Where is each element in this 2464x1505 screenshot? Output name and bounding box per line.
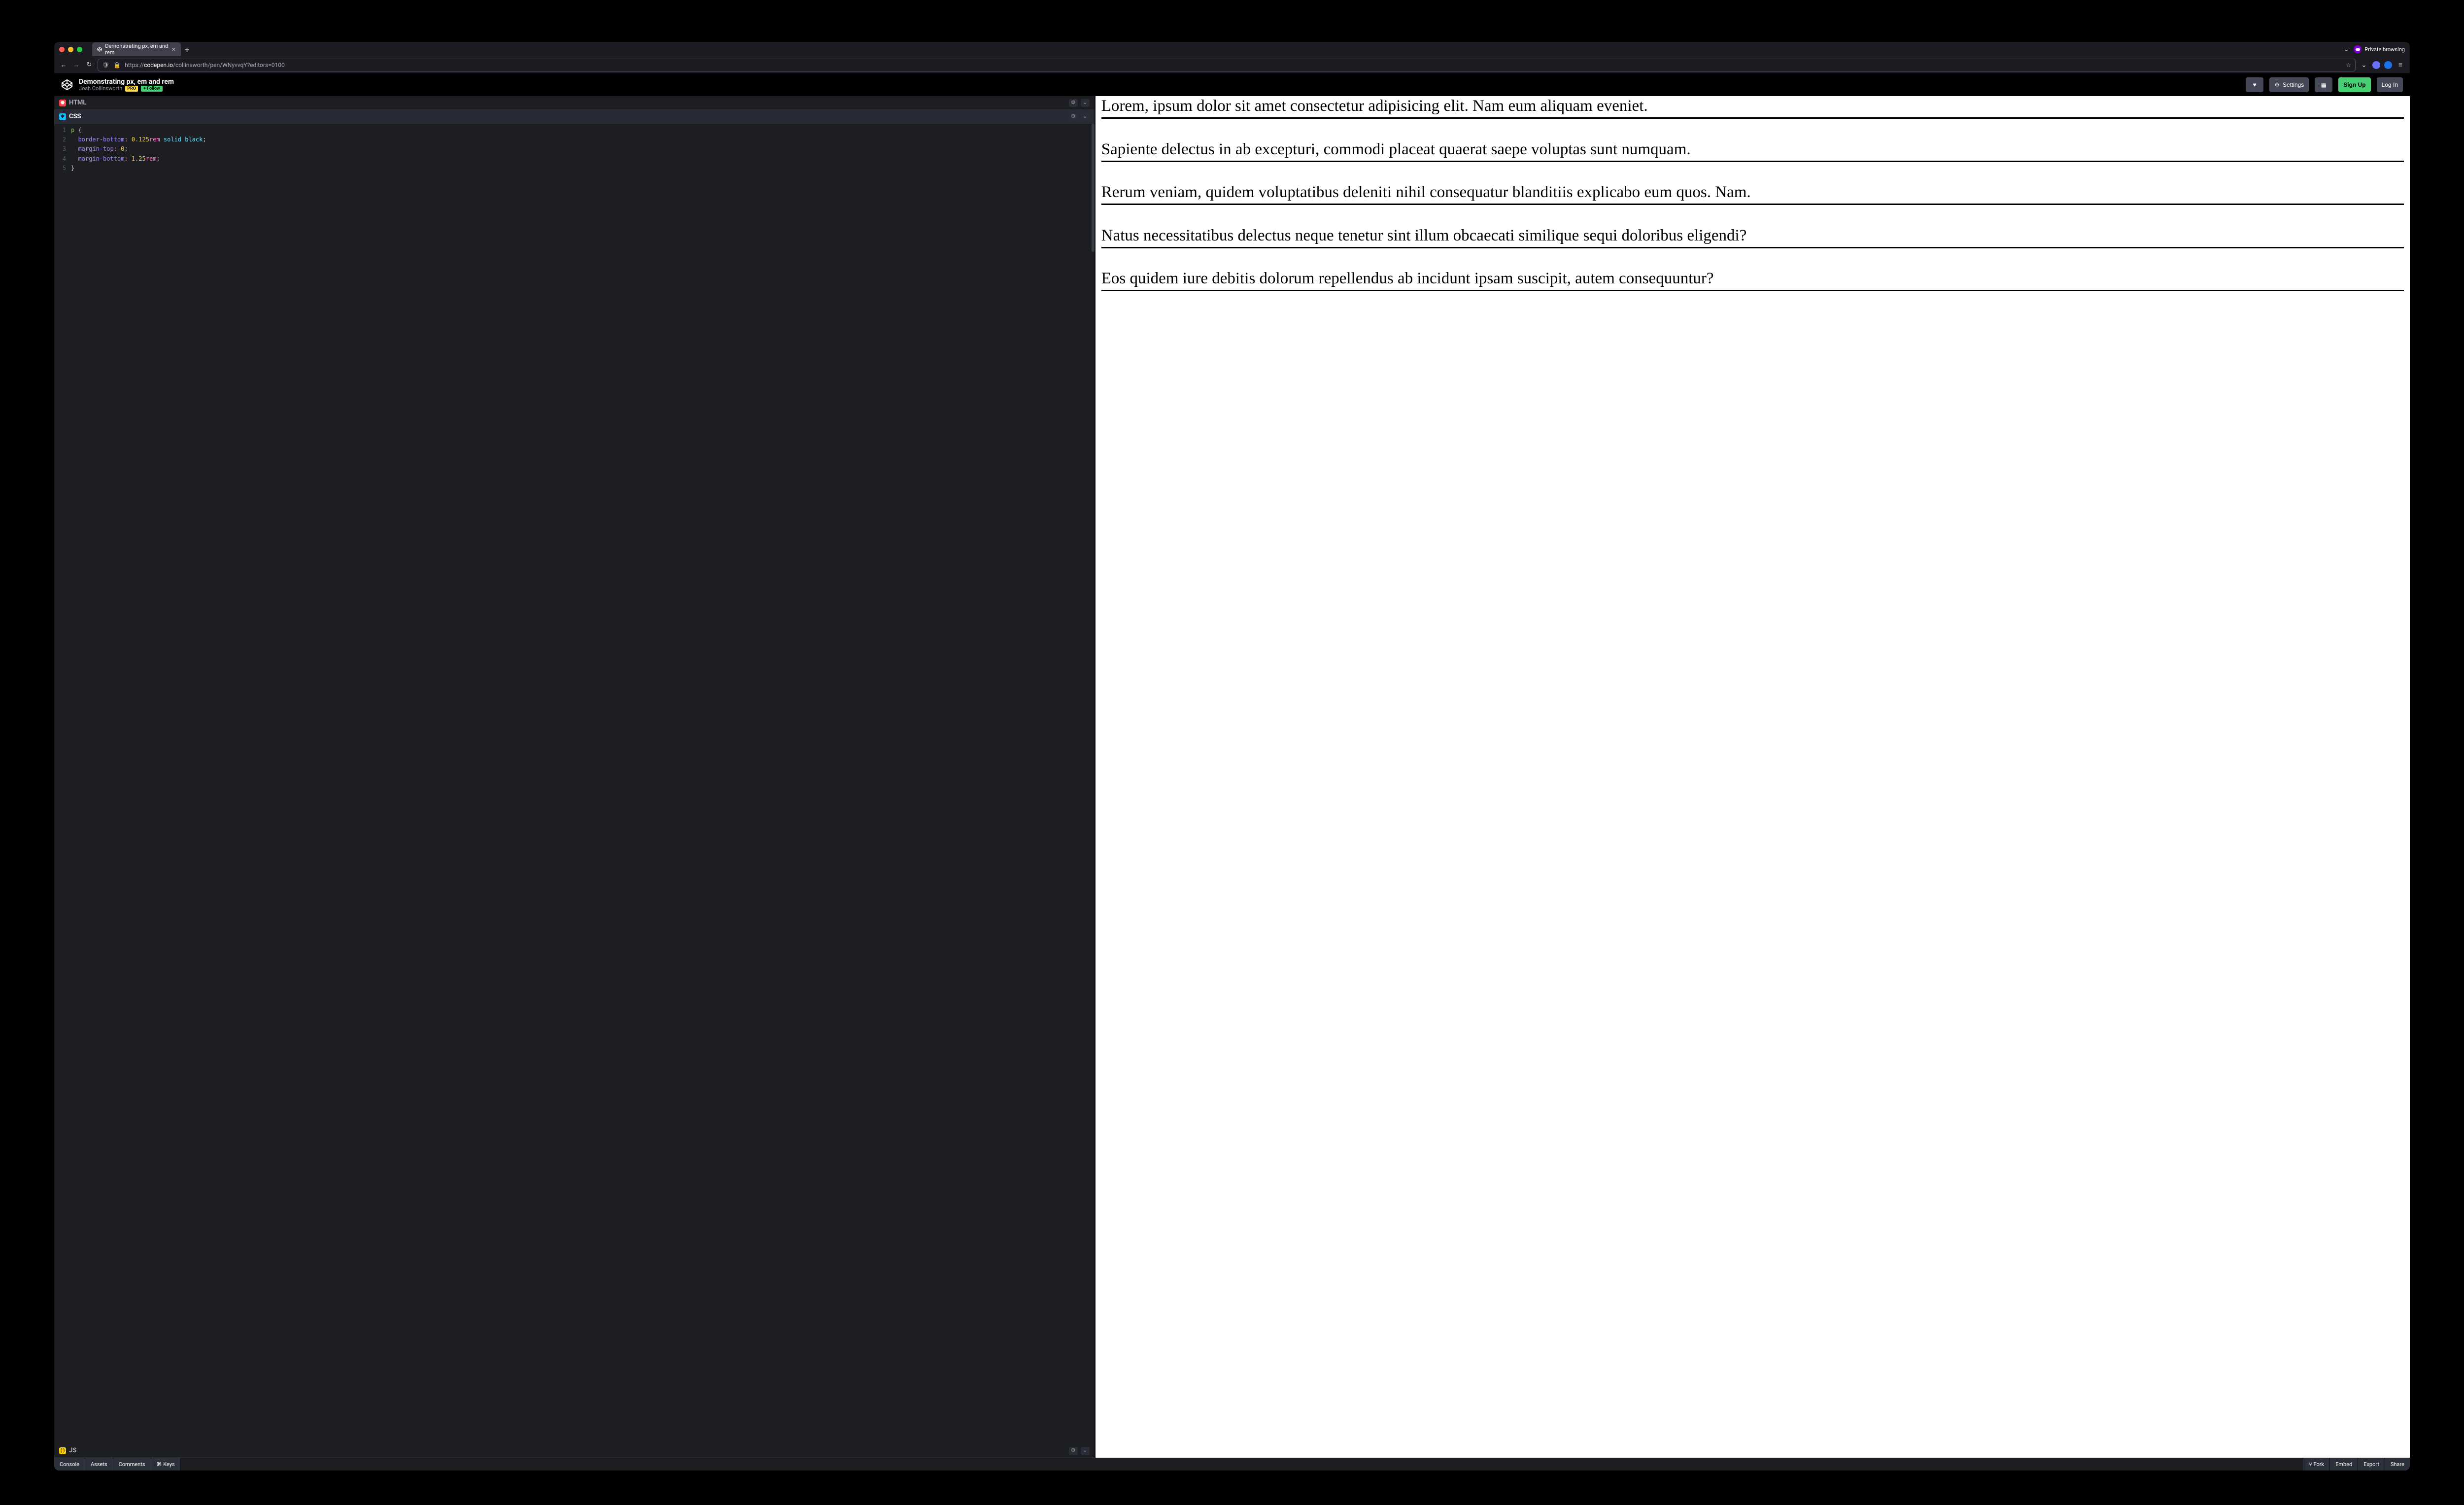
- tabs-dropdown-icon[interactable]: ⌄: [2344, 46, 2349, 53]
- layout-icon: ▦: [2321, 81, 2327, 88]
- gear-icon: ⚙: [2274, 81, 2280, 88]
- tab-title: Demonstrating px, em and rem: [105, 43, 168, 56]
- js-panel-label: JS: [69, 1447, 76, 1454]
- panel-chevron-icon[interactable]: ⌄: [1081, 113, 1090, 121]
- new-tab-button[interactable]: +: [185, 45, 189, 54]
- keys-button[interactable]: ⌘ Keys: [151, 1458, 181, 1471]
- code-text: p {: [71, 126, 82, 135]
- panel-chevron-icon[interactable]: ⌄: [1081, 99, 1090, 107]
- line-number: 3: [54, 144, 71, 154]
- editor-column: ⬣ HTML ⚙ ⌄ ✱ CSS ⚙ ⌄ 1p { 2 border-botto…: [54, 96, 1095, 1458]
- pen-title-block: Demonstrating px, em and rem Josh Collin…: [79, 78, 174, 92]
- mask-icon: [2354, 45, 2361, 53]
- preview-paragraph: Eos quidem iure debitis dolorum repellen…: [1101, 269, 2404, 291]
- html-panel-label: HTML: [69, 99, 86, 106]
- maximize-window-button[interactable]: [77, 47, 82, 52]
- extension-icon[interactable]: [2384, 61, 2392, 69]
- comments-button[interactable]: Comments: [113, 1458, 151, 1471]
- line-number: 1: [54, 126, 71, 135]
- browser-tab[interactable]: Demonstrating px, em and rem ✕: [92, 42, 181, 56]
- private-browsing-label: Private browsing: [2364, 46, 2405, 53]
- browser-window: Demonstrating px, em and rem ✕ + ⌄ Priva…: [54, 42, 2410, 1471]
- code-text: margin-top: 0;: [71, 144, 128, 154]
- preview-paragraph: Lorem, ipsum dolor sit amet consectetur …: [1101, 96, 2404, 119]
- heart-icon: ♥: [2253, 81, 2257, 88]
- browser-toolbar: ← → ↻ 🛡 🔒 https://codepen.io/collinswort…: [54, 57, 2410, 73]
- css-badge-icon: ✱: [59, 113, 66, 120]
- back-button[interactable]: ←: [59, 61, 68, 69]
- share-button[interactable]: Share: [2385, 1458, 2410, 1471]
- code-text: margin-bottom: 1.25rem;: [71, 154, 160, 164]
- panel-settings-icon[interactable]: ⚙: [1069, 113, 1078, 121]
- settings-button[interactable]: ⚙Settings: [2269, 77, 2309, 92]
- close-tab-icon[interactable]: ✕: [171, 46, 176, 53]
- login-button[interactable]: Log In: [2377, 77, 2403, 92]
- panel-chevron-icon[interactable]: ⌄: [1081, 1447, 1090, 1455]
- js-badge-icon: ( ): [59, 1447, 66, 1454]
- reload-button[interactable]: ↻: [85, 61, 94, 68]
- css-editor[interactable]: 1p { 2 border-bottom: 0.125rem solid bla…: [54, 124, 1095, 1444]
- pen-author[interactable]: Josh Collinsworth: [79, 86, 122, 92]
- js-panel-header[interactable]: ( ) JS ⚙ ⌄: [54, 1444, 1095, 1458]
- bookmark-star-icon[interactable]: ☆: [2346, 62, 2351, 68]
- app-menu-icon[interactable]: ≡: [2396, 61, 2405, 69]
- preview-pane[interactable]: Lorem, ipsum dolor sit amet consectetur …: [1095, 96, 2410, 1458]
- preview-paragraph: Natus necessitatibus delectus neque tene…: [1101, 226, 2404, 248]
- layout-button[interactable]: ▦: [2315, 77, 2332, 92]
- assets-button[interactable]: Assets: [85, 1458, 113, 1471]
- html-badge-icon: ⬣: [59, 100, 66, 106]
- preview-paragraph: Sapiente delectus in ab excepturi, commo…: [1101, 139, 2404, 162]
- close-window-button[interactable]: [59, 47, 65, 52]
- love-button[interactable]: ♥: [2246, 77, 2263, 92]
- codepen-main: ⬣ HTML ⚙ ⌄ ✱ CSS ⚙ ⌄ 1p { 2 border-botto…: [54, 96, 2410, 1458]
- follow-button[interactable]: + Follow: [141, 86, 163, 92]
- pen-title[interactable]: Demonstrating px, em and rem: [79, 78, 174, 86]
- settings-label: Settings: [2283, 81, 2304, 88]
- window-controls: [59, 47, 82, 52]
- fork-button[interactable]: ⑂ Fork: [2303, 1458, 2329, 1471]
- extension-icon[interactable]: [2372, 61, 2380, 69]
- codepen-favicon: [97, 46, 102, 52]
- signup-button[interactable]: Sign Up: [2338, 77, 2370, 92]
- line-number: 2: [54, 135, 71, 144]
- shield-icon[interactable]: 🛡: [102, 62, 109, 68]
- line-number: 5: [54, 164, 71, 173]
- minimize-window-button[interactable]: [68, 47, 73, 52]
- embed-button[interactable]: Embed: [2329, 1458, 2358, 1471]
- panel-settings-icon[interactable]: ⚙: [1069, 99, 1078, 107]
- console-button[interactable]: Console: [54, 1458, 85, 1471]
- lock-icon[interactable]: 🔒: [113, 62, 121, 68]
- html-panel-header[interactable]: ⬣ HTML ⚙ ⌄: [54, 96, 1095, 110]
- line-number: 4: [54, 154, 71, 164]
- address-bar[interactable]: 🛡 🔒 https://codepen.io/collinsworth/pen/…: [98, 59, 2356, 71]
- code-text: border-bottom: 0.125rem solid black;: [71, 135, 206, 144]
- save-to-pocket-icon[interactable]: ⌄: [2360, 61, 2368, 69]
- codepen-logo-icon[interactable]: [61, 79, 73, 91]
- url-text: https://codepen.io/collinsworth/pen/WNyv…: [125, 62, 285, 68]
- code-text: }: [71, 164, 74, 173]
- export-button[interactable]: Export: [2358, 1458, 2385, 1471]
- css-panel-header[interactable]: ✱ CSS ⚙ ⌄: [54, 110, 1095, 124]
- codepen-footer: Console Assets Comments ⌘ Keys ⑂ Fork Em…: [54, 1458, 2410, 1471]
- css-panel-label: CSS: [69, 113, 81, 120]
- private-browsing-badge: Private browsing: [2354, 45, 2405, 53]
- codepen-header: Demonstrating px, em and rem Josh Collin…: [54, 73, 2410, 96]
- panel-settings-icon[interactable]: ⚙: [1069, 1447, 1078, 1455]
- preview-paragraph: Rerum veniam, quidem voluptatibus deleni…: [1101, 182, 2404, 205]
- pro-badge: PRO: [125, 86, 138, 92]
- forward-button: →: [72, 61, 81, 69]
- browser-tab-bar: Demonstrating px, em and rem ✕ + ⌄ Priva…: [54, 42, 2410, 57]
